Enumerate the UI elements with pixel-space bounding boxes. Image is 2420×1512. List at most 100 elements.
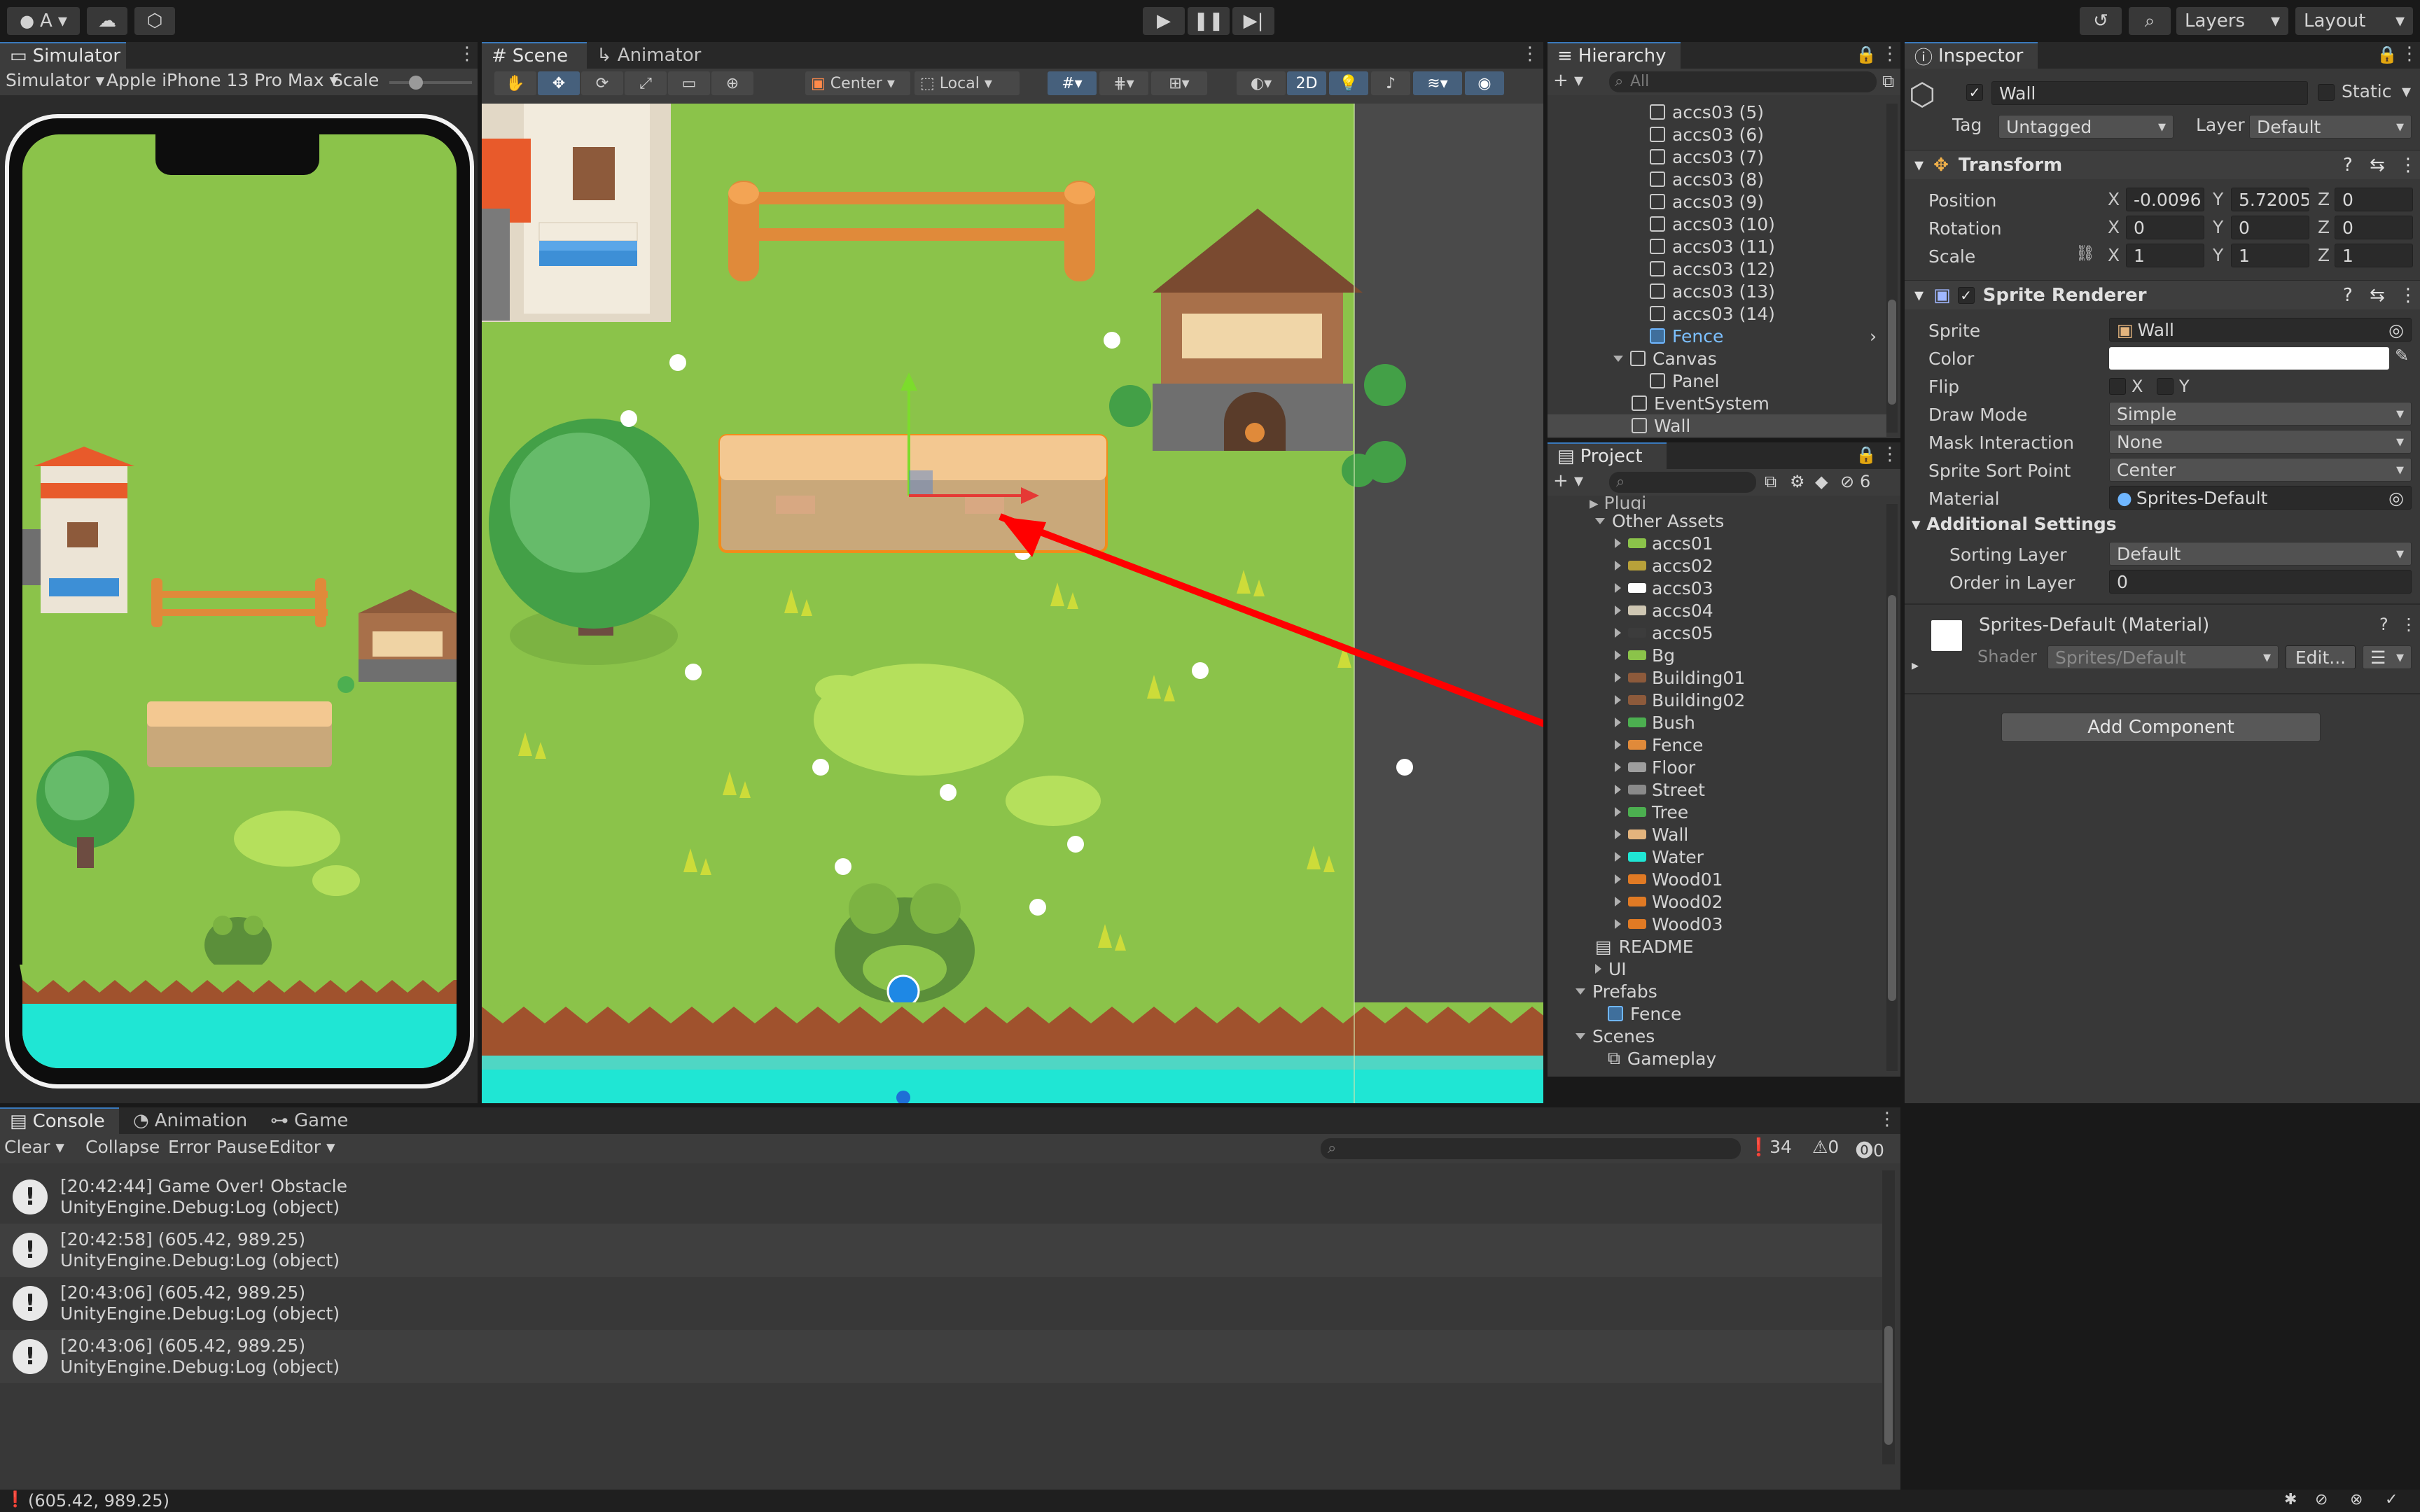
- phone-simulator[interactable]: [0, 95, 478, 1103]
- project-item[interactable]: Tree: [1615, 801, 1954, 823]
- scrollbar-thumb[interactable]: [1888, 300, 1896, 405]
- foldout-icon[interactable]: [1615, 919, 1621, 929]
- rotation-y-field[interactable]: 0: [2231, 216, 2309, 239]
- static-dropdown-icon[interactable]: ▾: [2402, 81, 2411, 102]
- project-item[interactable]: accs05: [1615, 622, 1954, 644]
- object-picker-icon[interactable]: ◎: [2388, 320, 2404, 340]
- rotation-z-field[interactable]: 0: [2335, 216, 2413, 239]
- rect-tool-button[interactable]: ▭: [668, 71, 710, 95]
- step-button[interactable]: ▶|: [1232, 7, 1274, 35]
- active-checkbox[interactable]: ✓: [1966, 84, 1983, 101]
- rotation-x-field[interactable]: 0: [2126, 216, 2204, 239]
- project-item[interactable]: Wall: [1615, 823, 1954, 846]
- add-component-button[interactable]: Add Component: [2001, 713, 2321, 742]
- scale-y-field[interactable]: 1: [2231, 244, 2309, 267]
- position-z-field[interactable]: 0: [2335, 188, 2413, 211]
- sorting-layer-dropdown[interactable]: Default: [2109, 542, 2412, 566]
- project-item[interactable]: UI: [1595, 958, 1934, 980]
- static-checkbox[interactable]: [2318, 84, 2335, 101]
- console-search-input[interactable]: ⌕: [1321, 1138, 1741, 1159]
- mask-interaction-dropdown[interactable]: None: [2109, 430, 2412, 454]
- 2d-toggle[interactable]: 2D: [1287, 71, 1326, 95]
- foldout-icon[interactable]: [1615, 606, 1621, 615]
- status-message[interactable]: (605.42, 989.25): [28, 1491, 169, 1511]
- project-item[interactable]: Wood03: [1615, 913, 1954, 935]
- project-item[interactable]: Fence: [1615, 734, 1954, 756]
- order-in-layer-field[interactable]: 0: [2109, 570, 2412, 594]
- clear-button[interactable]: Clear ▾: [4, 1137, 64, 1157]
- project-item[interactable]: Water: [1615, 846, 1954, 868]
- hierarchy-item[interactable]: accs03 (14): [1548, 302, 1886, 325]
- network-icon[interactable]: ⊗: [2350, 1491, 2363, 1508]
- tab-project[interactable]: ▤ Project: [1548, 442, 1667, 469]
- project-item[interactable]: accs02: [1615, 554, 1954, 577]
- eyedropper-icon[interactable]: ✎: [2395, 346, 2409, 365]
- layers-dropdown[interactable]: Layers ▾: [2176, 7, 2288, 35]
- foldout-icon[interactable]: [1615, 628, 1621, 638]
- hierarchy-item[interactable]: Fence ›: [1548, 325, 1886, 347]
- hierarchy-item[interactable]: Canvas: [1548, 347, 1886, 370]
- foldout-icon[interactable]: [1615, 740, 1621, 750]
- tag-dropdown[interactable]: Untagged: [1998, 115, 2174, 139]
- lock-icon[interactable]: 🔒: [2377, 45, 2398, 64]
- debug-icon[interactable]: ✱: [2284, 1491, 2297, 1508]
- lighting-toggle[interactable]: 💡: [1329, 71, 1368, 95]
- scene-view[interactable]: [482, 104, 1543, 1103]
- audio-toggle[interactable]: ♪: [1371, 71, 1410, 95]
- foldout-icon[interactable]: [1595, 517, 1605, 524]
- link-icon[interactable]: ⛓: [2075, 245, 2095, 262]
- project-item[interactable]: Building02: [1615, 689, 1954, 711]
- filter-icon[interactable]: ⚙: [1790, 472, 1805, 491]
- scrollbar-thumb[interactable]: [1884, 1326, 1893, 1445]
- scale-x-field[interactable]: 1: [2126, 244, 2204, 267]
- collapse-toggle[interactable]: Collapse: [85, 1137, 160, 1157]
- device-dropdown[interactable]: Apple iPhone 13 Pro Max ▾: [106, 70, 338, 90]
- grid-snap-button[interactable]: #▾: [1048, 71, 1097, 95]
- tab-game[interactable]: ⊶ Game: [260, 1107, 366, 1134]
- check-icon[interactable]: ✓: [2385, 1491, 2398, 1508]
- foldout-icon[interactable]: [1615, 874, 1621, 884]
- preset-icon[interactable]: ⇆: [2370, 155, 2385, 176]
- effects-toggle[interactable]: ≋▾: [1413, 71, 1462, 95]
- collab-button[interactable]: ⬡: [134, 7, 175, 35]
- pause-button[interactable]: ❚❚: [1188, 7, 1230, 35]
- log-entry[interactable]: ! [20:42:44] Game Over! Obstacle UnityEngi…: [0, 1170, 1882, 1224]
- foldout-icon[interactable]: [1613, 355, 1623, 362]
- label-icon[interactable]: ◆: [1815, 472, 1828, 491]
- project-item[interactable]: Scenes: [1576, 1025, 1914, 1047]
- scale-tool-button[interactable]: ⤢: [625, 71, 667, 95]
- more-menu-icon[interactable]: ⋮: [2400, 43, 2419, 64]
- tab-animation[interactable]: ◔ Animation: [123, 1107, 256, 1134]
- hierarchy-item[interactable]: accs03 (10): [1548, 213, 1886, 235]
- search-type-icon[interactable]: ⧉: [1765, 472, 1776, 491]
- foldout-icon[interactable]: [1615, 561, 1621, 570]
- hierarchy-item[interactable]: accs03 (13): [1548, 280, 1886, 302]
- log-entry[interactable]: ! [20:43:06] (605.42, 989.25) UnityEngine.…: [0, 1277, 1882, 1330]
- more-menu-icon[interactable]: ⋮: [1881, 444, 1899, 465]
- foldout-icon[interactable]: [1615, 583, 1621, 593]
- hierarchy-item[interactable]: accs03 (7): [1548, 146, 1886, 168]
- object-name-field[interactable]: Wall: [1991, 81, 2308, 105]
- project-item[interactable]: Street: [1615, 778, 1954, 801]
- flip-x-checkbox[interactable]: [2109, 378, 2126, 395]
- help-icon[interactable]: ?: [2379, 615, 2388, 634]
- shader-edit-button[interactable]: Edit...: [2286, 645, 2356, 669]
- warning-filter-toggle[interactable]: ⚠0: [1812, 1137, 1839, 1157]
- hierarchy-item[interactable]: accs03 (12): [1548, 258, 1886, 280]
- rotate-tool-button[interactable]: ⟳: [581, 71, 623, 95]
- grid-toggle-button[interactable]: ⋕▾: [1099, 71, 1148, 95]
- hierarchy-item[interactable]: accs03 (11): [1548, 235, 1886, 258]
- component-menu-icon[interactable]: ⋮: [2400, 615, 2417, 634]
- more-menu-icon[interactable]: ⋮: [1881, 43, 1899, 64]
- draw-mode-dropdown[interactable]: Simple: [2109, 402, 2412, 426]
- scale-z-field[interactable]: 1: [2335, 244, 2413, 267]
- position-x-field[interactable]: -0.0096: [2126, 188, 2204, 211]
- move-tool-button[interactable]: ✥: [538, 71, 580, 95]
- layer-dropdown[interactable]: Default: [2249, 115, 2412, 139]
- project-item[interactable]: Floor: [1615, 756, 1954, 778]
- help-icon[interactable]: ?: [2343, 155, 2353, 176]
- project-scrollbar[interactable]: [1886, 504, 1898, 1071]
- transform-tool-button[interactable]: ⊕: [711, 71, 753, 95]
- log-entry[interactable]: ! [20:43:06] (605.42, 989.25) UnityEngine.…: [0, 1330, 1882, 1383]
- color-swatch[interactable]: [2109, 347, 2389, 370]
